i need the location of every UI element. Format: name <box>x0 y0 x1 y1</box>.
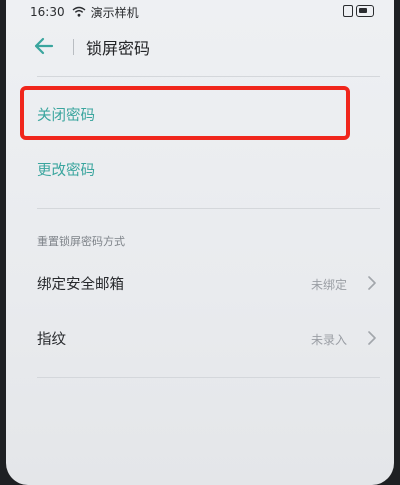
battery-icon <box>356 5 374 17</box>
status-time: 16:30 <box>30 5 65 19</box>
vibrate-icon <box>343 5 353 17</box>
header: 锁屏密码 <box>6 24 394 68</box>
bottom-separator <box>37 377 380 378</box>
status-carrier: 演示样机 <box>90 5 139 20</box>
phone-frame: 16:30 演示样机 锁屏密码 关闭密码 更改密码 重置锁屏密码方式 绑定安全邮… <box>0 0 400 485</box>
page-title: 锁屏密码 <box>86 39 151 58</box>
status-bar: 16:30 演示样机 <box>6 0 394 24</box>
header-separator <box>37 76 380 77</box>
bind-email-item[interactable]: 绑定安全邮箱 <box>37 273 124 294</box>
status-right-icons <box>343 5 374 17</box>
fingerprint-item[interactable]: 指纹 <box>37 328 66 349</box>
chevron-right-icon[interactable] <box>367 276 377 290</box>
highlight-box <box>20 86 350 140</box>
wifi-icon <box>72 6 86 17</box>
reset-section-label: 重置锁屏密码方式 <box>37 235 125 248</box>
chevron-right-icon[interactable] <box>367 331 377 345</box>
section-separator <box>37 208 380 209</box>
bind-email-status: 未绑定 <box>311 278 348 292</box>
screen: 16:30 演示样机 锁屏密码 关闭密码 更改密码 重置锁屏密码方式 绑定安全邮… <box>6 0 394 485</box>
header-divider <box>73 39 74 55</box>
back-arrow-icon[interactable] <box>32 36 54 56</box>
fingerprint-status: 未录入 <box>311 333 348 347</box>
change-password-item[interactable]: 更改密码 <box>37 159 95 180</box>
